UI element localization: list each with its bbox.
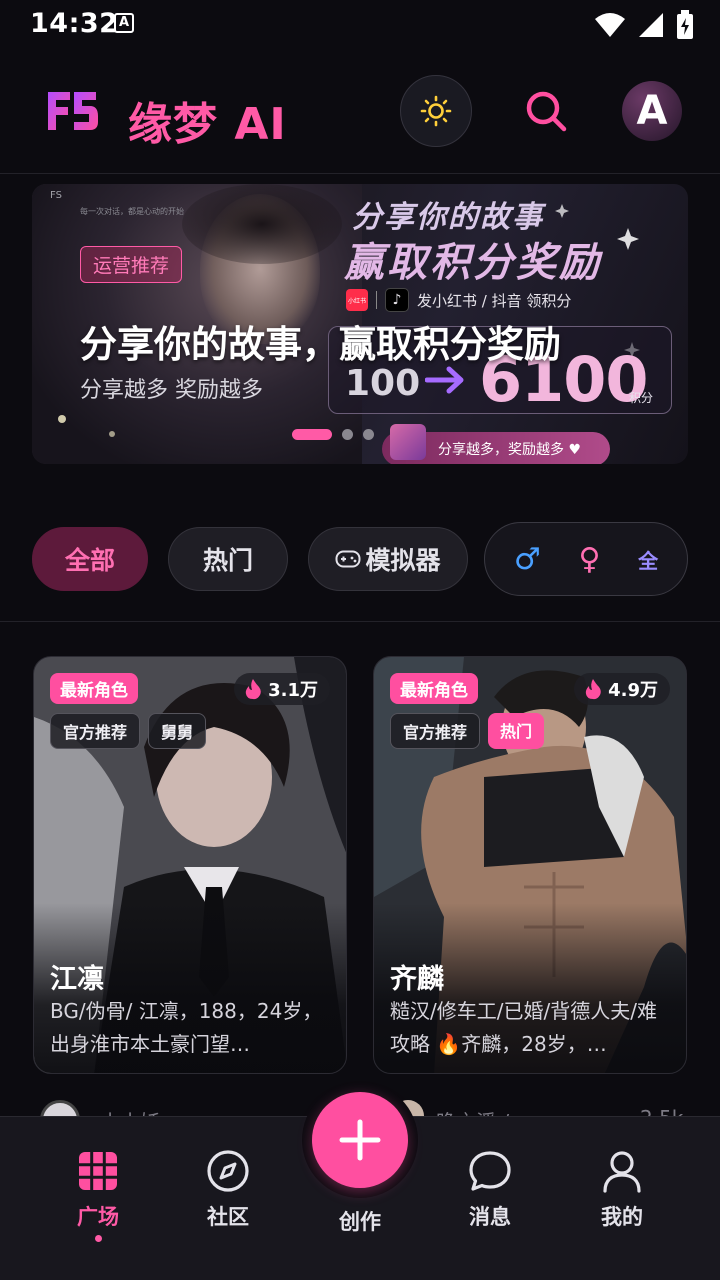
- heat-count: 3.1万: [268, 680, 318, 701]
- grid-icon: [79, 1152, 117, 1190]
- nav-label-create: 创作: [339, 1210, 381, 1234]
- banner-platform-text: 发小红书 / 抖音 领积分: [417, 291, 572, 310]
- create-button[interactable]: [312, 1092, 408, 1188]
- gender-female-icon[interactable]: ♀: [578, 542, 600, 577]
- banner-brand-mark: FS: [50, 190, 62, 201]
- heat-badge: 3.1万: [234, 673, 330, 705]
- fire-icon: [245, 679, 261, 700]
- banner-platform-row: 小红书 ♪ 发小红书 / 抖音 领积分: [346, 288, 571, 312]
- card-tags: 官方推荐 热门: [390, 713, 545, 749]
- heat-badge: 4.9万: [574, 673, 670, 705]
- xiaohongshu-logo-icon: 小红书: [346, 289, 368, 311]
- plus-icon: [339, 1119, 381, 1161]
- new-character-badge: 最新角色: [50, 673, 138, 704]
- banner-pagination: [292, 429, 374, 440]
- theme-toggle-button[interactable]: [400, 75, 472, 147]
- nav-tab-community[interactable]: 社区: [168, 1149, 288, 1231]
- pagination-dot[interactable]: [363, 429, 374, 440]
- filter-chip-simulator-label: 模拟器: [365, 546, 441, 575]
- banner-brand-line: 每一次对话，都是心动的开始: [80, 207, 184, 216]
- card-tag-hot: 热门: [488, 713, 545, 749]
- filter-chip-all[interactable]: 全部: [32, 527, 148, 591]
- divider: [376, 291, 377, 309]
- character-name: 齐麟: [390, 964, 444, 995]
- gender-male-icon[interactable]: ♂: [514, 542, 541, 577]
- card-tag: 舅舅: [148, 713, 207, 749]
- active-indicator: [94, 1235, 102, 1242]
- card-tag: 官方推荐: [390, 713, 481, 749]
- heat-count: 4.9万: [608, 680, 658, 701]
- category-filter-bar: 全部 热门 模拟器 ♂ ♀ 全: [0, 520, 720, 622]
- fire-icon: [585, 679, 601, 700]
- app-title: 缘梦 AI: [128, 99, 287, 150]
- banner-tag: 运营推荐: [80, 246, 183, 283]
- nav-label: 广场: [77, 1205, 119, 1229]
- nav-label: 社区: [207, 1205, 249, 1229]
- banner-title: 分享你的故事，赢取积分奖励: [80, 323, 561, 366]
- new-character-badge: 最新角色: [390, 673, 478, 704]
- status-bar: 14:32 A: [0, 0, 720, 48]
- card-tag: 官方推荐: [50, 713, 141, 749]
- person-icon: [603, 1151, 641, 1193]
- nav-tab-home[interactable]: 广场: [38, 1149, 158, 1242]
- nav-tab-messages[interactable]: 消息: [430, 1149, 550, 1231]
- arrow-right-icon: [425, 366, 464, 394]
- banner-art-headline-2: 赢取积分奖励: [344, 240, 602, 286]
- filter-chip-simulator[interactable]: 模拟器: [308, 527, 468, 591]
- wifi-icon: [595, 13, 625, 37]
- nav-label: 我的: [601, 1205, 643, 1229]
- signal-icon: [639, 13, 663, 37]
- pagination-dot[interactable]: [342, 429, 353, 440]
- user-avatar[interactable]: A: [622, 81, 682, 141]
- notification-icon: A: [114, 13, 134, 33]
- tiktok-logo-icon: ♪: [385, 288, 409, 312]
- app-logo-icon: [48, 92, 98, 130]
- pagination-dot-active[interactable]: [292, 429, 332, 440]
- app-header: 缘梦 AI A: [0, 48, 720, 174]
- character-description: BG/伪骨/ 江凛，188，24岁，出身淮市本土豪门望…: [50, 999, 323, 1056]
- filter-chip-hot[interactable]: 热门: [168, 527, 288, 591]
- banner-subtitle: 分享越多 奖励越多: [80, 378, 263, 403]
- character-name: 江凛: [50, 964, 104, 995]
- card-tags: 官方推荐 舅舅: [50, 713, 207, 749]
- search-button[interactable]: [518, 83, 574, 139]
- character-card[interactable]: 最新角色 4.9万 官方推荐 热门 齐麟 糙汉/修车工/已婚/背德人夫/难攻略 …: [373, 656, 687, 1074]
- gift-icon: [390, 424, 426, 460]
- compass-icon: [207, 1150, 249, 1192]
- search-icon: [526, 91, 567, 132]
- chat-bubble-icon: [469, 1151, 511, 1191]
- gender-all-button[interactable]: 全: [638, 545, 658, 574]
- banner-points-unit: 积分: [629, 391, 654, 405]
- banner-points-from: 100: [345, 363, 421, 404]
- nav-tab-profile[interactable]: 我的: [562, 1149, 682, 1231]
- character-card[interactable]: 最新角色 3.1万 官方推荐 舅舅 江凛 BG/伪骨/ 江凛，188，24岁，出…: [33, 656, 347, 1074]
- character-description: 糙汉/修车工/已婚/背德人夫/难攻略 🔥齐麟，28岁，…: [390, 999, 657, 1056]
- battery-charging-icon: [677, 10, 693, 39]
- nav-label: 消息: [469, 1205, 511, 1229]
- status-time: 14:32: [30, 8, 119, 39]
- gender-filter: ♂ ♀ 全: [484, 522, 688, 596]
- system-icons: [594, 10, 694, 40]
- gamepad-icon: [335, 550, 361, 568]
- promo-banner[interactable]: FS 每一次对话，都是心动的开始 分享你的故事 赢取积分奖励 小红书 ♪ 发小红…: [32, 184, 688, 464]
- sun-icon: [420, 95, 452, 127]
